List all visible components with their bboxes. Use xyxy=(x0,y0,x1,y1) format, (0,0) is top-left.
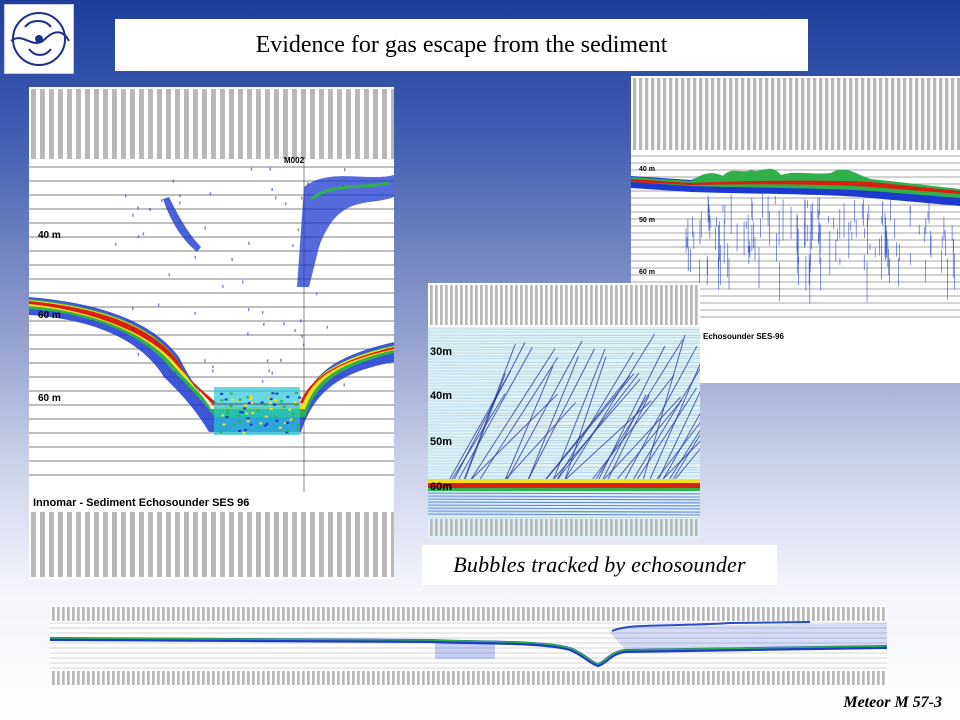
depth-label-60m: 60 m xyxy=(38,393,61,404)
echogram-bubbles: 30m 40m 50m 60m xyxy=(428,283,700,538)
echogram-profile xyxy=(50,605,887,687)
bubble-depth-50m: 50m xyxy=(430,436,452,448)
bubble-depth-40m: 40m xyxy=(430,390,452,402)
slide-title-text: Evidence for gas escape from the sedimen… xyxy=(255,31,668,58)
marker-label: M002 xyxy=(284,156,305,165)
bubble-depth-60m: 60m xyxy=(430,481,452,493)
right-depth-40m: 40 m xyxy=(639,166,655,173)
bubble-depth-30m: 30m xyxy=(430,346,452,358)
echogram-main: M002 40 m 60 m 60 m Innomar - Sediment E… xyxy=(29,87,394,579)
depth-label-60m-upper: 60 m xyxy=(38,310,61,321)
echogram-bubbles-plot: 30m 40m 50m 60m xyxy=(428,283,700,538)
institute-logo xyxy=(4,4,74,74)
bubble-caption-text: Bubbles tracked by echosounder xyxy=(453,552,746,577)
cruise-label: Meteor M 57-3 xyxy=(843,694,942,711)
right-depth-50m: 50 m xyxy=(639,217,655,224)
instrument-label: Innomar - Sediment Echosounder SES 96 xyxy=(33,497,249,509)
bubble-caption: Bubbles tracked by echosounder xyxy=(422,545,777,585)
echogram-profile-plot xyxy=(50,605,887,687)
right-instrument-label: Echosounder SES-96 xyxy=(703,332,784,341)
depth-label-40m: 40 m xyxy=(38,230,61,241)
echogram-main-plot: M002 40 m 60 m 60 m Innomar - Sediment E… xyxy=(29,87,394,579)
slide-title: Evidence for gas escape from the sedimen… xyxy=(115,19,808,71)
right-depth-60m: 60 m xyxy=(639,269,655,276)
